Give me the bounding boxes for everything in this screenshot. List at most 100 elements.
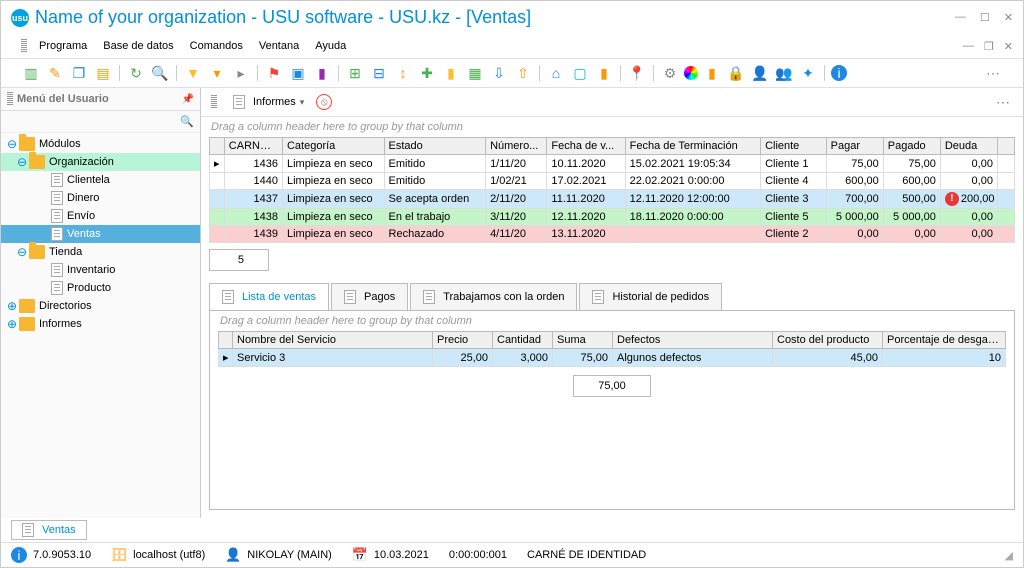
table-row[interactable]: 1437Limpieza en secoSe acepta orden2/11/… xyxy=(210,190,1015,209)
import-icon[interactable]: ⇩ xyxy=(489,63,509,83)
menu-comandos[interactable]: Comandos xyxy=(182,36,251,56)
search-icon[interactable]: 🔍 xyxy=(150,63,170,83)
menu-grip-icon xyxy=(21,39,27,53)
sidebar: Menú del Usuario 📌 🔍 ⊖Módulos ⊖Organizac… xyxy=(1,88,201,518)
key-icon[interactable]: ✦ xyxy=(798,63,818,83)
menu-ayuda[interactable]: Ayuda xyxy=(307,36,354,56)
tree-ventas[interactable]: Ventas xyxy=(1,225,200,243)
page-icon xyxy=(344,290,356,304)
layout-icon[interactable]: ⊞ xyxy=(345,63,365,83)
users-icon[interactable]: 👥 xyxy=(774,63,794,83)
col-ft[interactable]: Fecha de Terminación xyxy=(625,138,760,155)
user-icon[interactable]: 👤 xyxy=(750,63,770,83)
col-cat[interactable]: Categoría xyxy=(282,138,384,155)
table-row[interactable]: 1440Limpieza en secoEmitido1/02/2117.02.… xyxy=(210,173,1015,190)
export-icon[interactable]: ⇧ xyxy=(513,63,533,83)
mdi-restore-button[interactable]: ❐ xyxy=(984,40,994,53)
folder-icon xyxy=(19,317,35,331)
resize-grip-icon[interactable]: ◢ xyxy=(1005,549,1013,562)
window-icon[interactable]: ⌂ xyxy=(546,63,566,83)
col-nombre[interactable]: Nombre del Servicio xyxy=(233,332,433,349)
pin-icon[interactable]: 📌 xyxy=(182,94,194,105)
window-tabs: Ventas xyxy=(1,518,1023,542)
col-cli[interactable]: Cliente xyxy=(761,138,827,155)
info-icon[interactable]: i xyxy=(831,65,847,81)
detail-grid[interactable]: Nombre del Servicio Precio Cantidad Suma… xyxy=(218,331,1006,367)
stop-icon[interactable]: ⦸ xyxy=(316,94,332,110)
copy-icon[interactable]: ❐ xyxy=(69,63,89,83)
tree-organizacion[interactable]: ⊖Organización xyxy=(1,153,200,171)
page-icon xyxy=(22,523,34,537)
tree-dinero[interactable]: Dinero xyxy=(1,189,200,207)
edit-icon[interactable]: ✎ xyxy=(45,63,65,83)
refresh-icon[interactable]: ↻ xyxy=(126,63,146,83)
status-bar: i7.0.9053.10 🗄localhost (utf8) 👤NIKOLAY … xyxy=(1,542,1023,567)
menu-ventana[interactable]: Ventana xyxy=(251,36,307,56)
ventas-grid[interactable]: CARNÉ ... Categoría Estado Número... Fec… xyxy=(209,137,1015,243)
col-id[interactable]: CARNÉ ... xyxy=(224,138,282,155)
table-row[interactable]: 1439Limpieza en secoRechazado4/11/2013.1… xyxy=(210,226,1015,243)
detail-panel: Drag a column header here to group by th… xyxy=(209,310,1015,510)
gear-icon[interactable]: ⚙ xyxy=(660,63,680,83)
tab-pagos[interactable]: Pagos xyxy=(331,283,408,310)
tab-historial[interactable]: Historial de pedidos xyxy=(579,283,722,310)
more-icon[interactable]: ⋯ xyxy=(983,63,1003,83)
tree-producto[interactable]: Producto xyxy=(1,279,200,297)
tree-modulos[interactable]: ⊖Módulos xyxy=(1,135,200,153)
table-row[interactable]: ▸Servicio 325,003,00075,00Algunos defect… xyxy=(219,349,1006,367)
image-icon[interactable]: ▣ xyxy=(288,63,308,83)
tree-icon[interactable]: ⊟ xyxy=(369,63,389,83)
sort-icon[interactable]: ▾ xyxy=(207,63,227,83)
expand-icon[interactable]: ↕ xyxy=(393,63,413,83)
mdi-close-button[interactable]: ✕ xyxy=(1004,40,1013,53)
note-icon[interactable]: ▮ xyxy=(441,63,461,83)
table-row[interactable]: ▸1436Limpieza en secoEmitido1/11/2010.11… xyxy=(210,155,1015,173)
tree-envio[interactable]: Envío xyxy=(1,207,200,225)
informes-dropdown[interactable]: Informes▾ xyxy=(227,93,310,111)
monitor-icon[interactable]: ▢ xyxy=(570,63,590,83)
col-porcentaje[interactable]: Porcentaje de desgaste del pr... xyxy=(883,332,1006,349)
window-tab-ventas[interactable]: Ventas xyxy=(11,520,87,540)
color-icon[interactable]: ▮ xyxy=(312,63,332,83)
tree-clientela[interactable]: Clientela xyxy=(1,171,200,189)
col-suma[interactable]: Suma xyxy=(553,332,613,349)
new-icon[interactable]: ▥ xyxy=(21,63,41,83)
tab-trabajamos[interactable]: Trabajamos con la orden xyxy=(410,283,577,310)
more-icon[interactable]: ⋯ xyxy=(993,92,1013,112)
table-row[interactable]: 1438Limpieza en secoEn el trabajo3/11/20… xyxy=(210,209,1015,226)
col-precio[interactable]: Precio xyxy=(433,332,493,349)
col-est[interactable]: Estado xyxy=(384,138,486,155)
minimize-button[interactable]: — xyxy=(955,11,966,24)
menu-programa[interactable]: Programa xyxy=(31,36,95,56)
tree-informes[interactable]: ⊕Informes xyxy=(1,315,200,333)
add-icon[interactable]: ✚ xyxy=(417,63,437,83)
col-num[interactable]: Número... xyxy=(486,138,547,155)
col-defectos[interactable]: Defectos xyxy=(613,332,773,349)
tree-directorios[interactable]: ⊕Directorios xyxy=(1,297,200,315)
menu-base[interactable]: Base de datos xyxy=(95,36,181,56)
col-pagado[interactable]: Pagado xyxy=(883,138,940,155)
tree-tienda[interactable]: ⊖Tienda xyxy=(1,243,200,261)
pin-icon[interactable]: 📍 xyxy=(627,63,647,83)
tab-lista[interactable]: Lista de ventas xyxy=(209,283,329,310)
excel-icon[interactable]: ▦ xyxy=(465,63,485,83)
lock-icon[interactable]: 🔒 xyxy=(726,63,746,83)
close-button[interactable]: ✕ xyxy=(1004,11,1013,24)
col-pagar[interactable]: Pagar xyxy=(826,138,883,155)
col-costo[interactable]: Costo del producto xyxy=(773,332,883,349)
paste-icon[interactable]: ▤ xyxy=(93,63,113,83)
flag-icon[interactable]: ⚑ xyxy=(264,63,284,83)
chart-icon[interactable]: ▮ xyxy=(594,63,614,83)
mdi-minimize-button[interactable]: — xyxy=(963,40,974,53)
group-icon[interactable]: ▸ xyxy=(231,63,251,83)
warning-icon: ! xyxy=(945,192,959,206)
palette-icon[interactable] xyxy=(684,66,698,80)
filter-icon[interactable]: ▼ xyxy=(183,63,203,83)
col-cantidad[interactable]: Cantidad xyxy=(493,332,553,349)
col-fv[interactable]: Fecha de v... xyxy=(547,138,625,155)
rss-icon[interactable]: ▮ xyxy=(702,63,722,83)
maximize-button[interactable]: ☐ xyxy=(980,11,990,24)
col-deuda[interactable]: Deuda xyxy=(940,138,997,155)
tree-inventario[interactable]: Inventario xyxy=(1,261,200,279)
sidebar-search-icon[interactable]: 🔍 xyxy=(180,115,194,128)
